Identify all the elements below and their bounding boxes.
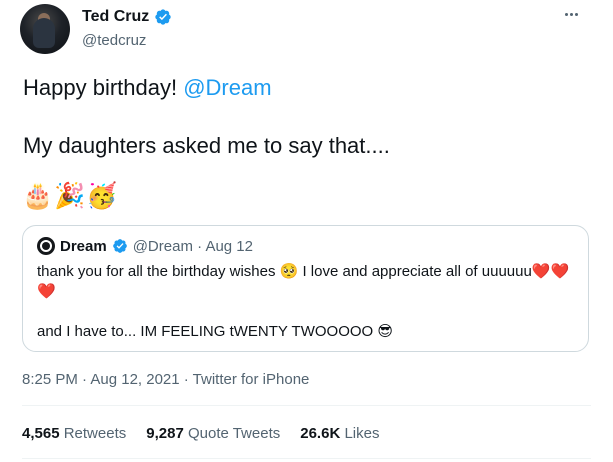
divider — [22, 458, 591, 459]
quoted-text-spacer — [37, 302, 582, 322]
retweets-label: Retweets — [63, 425, 127, 442]
tweet-emojis: 🎂🎉🥳 — [22, 182, 119, 210]
author-avatar[interactable] — [20, 4, 70, 54]
author-handle[interactable]: @tedcruz — [82, 32, 146, 49]
tweet-text-line2: My daughters asked me to say that.... — [23, 133, 390, 158]
verified-badge-icon — [155, 9, 171, 25]
likes-count: 26.6K — [300, 425, 341, 442]
quoted-tweet-header: Dream @Dream · Aug 12 — [37, 237, 253, 255]
tweet-text-greeting: Happy birthday! — [23, 75, 184, 100]
more-options-icon[interactable] — [559, 4, 583, 24]
tweet-client-link[interactable]: Twitter for iPhone — [193, 371, 310, 388]
quote-tweets-stat[interactable]: 9,287 Quote Tweets — [146, 425, 280, 442]
more-dot — [564, 12, 568, 16]
retweets-stat[interactable]: 4,565 Retweets — [22, 425, 126, 442]
tweet-mention-link[interactable]: @Dream — [183, 75, 271, 100]
quote-tweets-count: 9,287 — [146, 425, 184, 442]
quoted-author-avatar — [37, 237, 55, 255]
more-dot — [574, 12, 578, 16]
avatar-figure — [33, 18, 55, 48]
author-display-name[interactable]: Ted Cruz — [82, 8, 149, 26]
verified-badge-icon — [112, 239, 127, 253]
quoted-handle-date: @Dream · Aug 12 — [132, 237, 253, 255]
tweet-timestamp[interactable]: 8:25 PM · Aug 12, 2021 · — [22, 371, 193, 388]
likes-stat[interactable]: 26.6K Likes — [300, 425, 379, 442]
tweet-stats: 4,565 Retweets 9,287 Quote Tweets 26.6K … — [22, 425, 379, 442]
quoted-tweet-body: thank you for all the birthday wishes 🥺 … — [37, 262, 582, 342]
more-dot — [569, 12, 573, 16]
quoted-text: thank you for all the birthday wishes 🥺 … — [37, 263, 532, 280]
author-name-row: Ted Cruz — [82, 8, 172, 26]
quoted-tweet-card[interactable]: Dream @Dream · Aug 12 thank you for all … — [22, 225, 589, 352]
quoted-text-line2: and I have to... IM FEELING tWENTY TWOOO… — [37, 323, 394, 340]
tweet-timestamp-line: 8:25 PM · Aug 12, 2021 · Twitter for iPh… — [22, 371, 309, 388]
quoted-text-line1: thank you for all the birthday wishes 🥺 … — [37, 262, 582, 302]
likes-label: Likes — [344, 425, 380, 442]
tweet-text-line1: Happy birthday! @Dream — [23, 75, 272, 101]
quote-tweets-label: Quote Tweets — [187, 425, 281, 442]
retweets-count: 4,565 — [22, 425, 60, 442]
quoted-author-name: Dream — [60, 237, 107, 255]
divider — [22, 405, 591, 406]
